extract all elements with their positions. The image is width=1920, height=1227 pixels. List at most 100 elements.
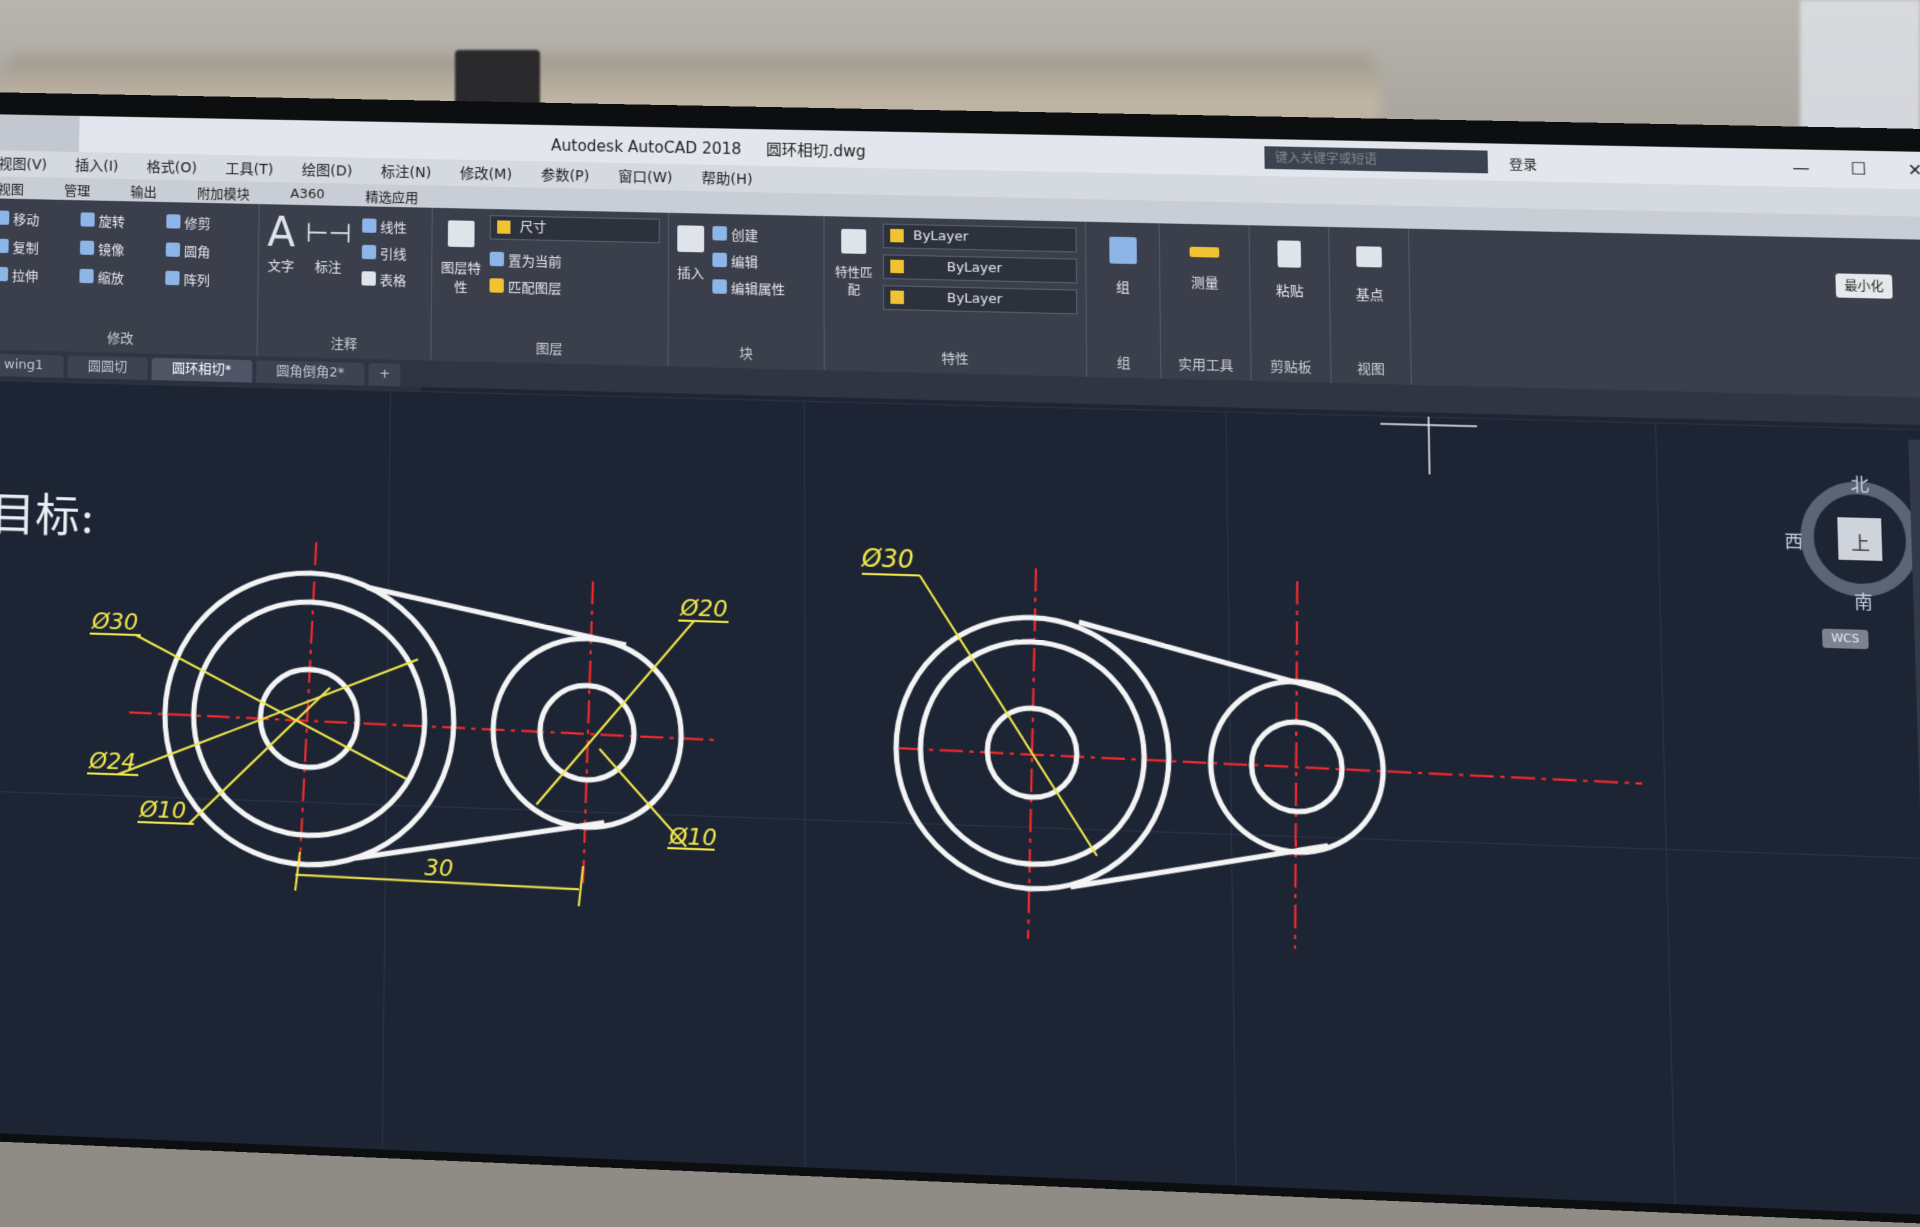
panel-title-utilities: 实用工具 <box>1178 357 1234 375</box>
menu-tools[interactable]: 工具(T) <box>225 158 273 179</box>
compass-west[interactable]: 西 <box>1784 526 1803 554</box>
file-name: 圆环相切.dwg <box>766 140 866 161</box>
view-cube-face-top[interactable]: 上 <box>1851 528 1870 555</box>
menu-window[interactable]: 窗口(W) <box>618 166 672 187</box>
minimize-icon[interactable]: — <box>1792 158 1810 178</box>
menu-draw[interactable]: 绘图(D) <box>302 160 353 181</box>
tool-layer-properties[interactable]: 图层特性 <box>440 214 482 298</box>
ribbon-tab-view[interactable]: 视图 <box>0 178 24 198</box>
monitor: Autodesk AutoCAD 2018 圆环相切.dwg 键入关键字或短语 … <box>0 92 1920 1227</box>
ribbon-tab-manage[interactable]: 管理 <box>64 179 91 199</box>
tool-mirror[interactable]: 镜像 <box>79 234 164 262</box>
quick-access-toolbar[interactable] <box>0 114 80 152</box>
doc-tab-active[interactable]: 圆环相切* <box>151 357 252 383</box>
tool-measure[interactable]: 测量 <box>1168 230 1241 293</box>
tool-edit-attributes[interactable]: 编辑属性 <box>712 273 785 301</box>
menu-parametric[interactable]: 参数(P) <box>541 164 590 185</box>
view-cube[interactable]: 北 南 东 西 上 <box>1784 468 1920 614</box>
paste-icon <box>1277 240 1302 268</box>
tool-trim[interactable]: 修剪 <box>166 208 250 236</box>
tool-edit-block[interactable]: 编辑 <box>712 246 785 274</box>
tool-linear[interactable]: 线性 <box>361 212 407 239</box>
panel-title-view: 视图 <box>1356 361 1385 378</box>
tool-stretch[interactable]: 拉伸 <box>0 261 78 289</box>
autocad-window: Autodesk AutoCAD 2018 圆环相切.dwg 键入关键字或短语 … <box>0 114 1920 1217</box>
minimize-tooltip: 最小化 <box>1835 273 1893 299</box>
panel-modify: 移动 旋转 修剪 复制 镜像 圆角 拉伸 缩放 阵列 修改 <box>0 198 260 357</box>
panel-title-groups: 组 <box>1116 355 1131 372</box>
dim-label-left-d10b: Ø10 <box>668 824 717 852</box>
ribbon-tab-output[interactable]: 输出 <box>130 181 157 201</box>
tool-array[interactable]: 阵列 <box>165 265 250 293</box>
group-icon <box>1108 236 1137 265</box>
right-geometry <box>896 614 1386 902</box>
tool-base-point[interactable]: 基点 <box>1338 233 1401 304</box>
lineweight-combo[interactable]: ByLayer <box>883 285 1078 315</box>
tool-group[interactable]: 组 <box>1094 228 1151 296</box>
ribbon-tab-addins[interactable]: 附加模块 <box>197 182 250 202</box>
drawing-canvas[interactable]: 目标: Ø30 Ø24 Ø10 Ø20 Ø10 30 Ø30 北 南 西 上 W… <box>0 379 1920 1217</box>
tool-table[interactable]: 表格 <box>361 265 406 292</box>
panel-layers: 图层特性 尺寸 置为当前 匹配图层 图层 <box>431 207 670 367</box>
right-dimension-labels: Ø30 <box>861 543 914 574</box>
panel-title-layers: 图层 <box>535 341 563 358</box>
right-dimension-lines <box>862 574 1097 856</box>
menu-insert[interactable]: 插入(I) <box>75 155 119 176</box>
menu-view[interactable]: 视图(V) <box>0 153 47 174</box>
menu-help[interactable]: 帮助(H) <box>701 168 752 189</box>
tool-dimension[interactable]: ⊢⊣ 标注 <box>305 211 352 291</box>
tool-leader[interactable]: 引线 <box>361 239 407 266</box>
color-combo[interactable]: ByLayer <box>882 223 1077 253</box>
tool-match-layer[interactable]: 匹配图层 <box>489 272 659 302</box>
create-block-icon <box>712 226 727 241</box>
menu-dimension[interactable]: 标注(N) <box>381 161 432 182</box>
right-figure: Ø30 <box>861 543 1647 961</box>
mirror-icon <box>79 240 95 255</box>
tool-paste[interactable]: 粘贴 <box>1258 232 1321 301</box>
doc-tab-1[interactable]: wing1 <box>0 353 64 378</box>
linetype-combo[interactable]: ByLayer <box>882 254 1078 284</box>
close-icon[interactable]: ✕ <box>1907 160 1920 180</box>
linear-dim-icon <box>361 218 377 233</box>
login-button[interactable]: 登录 <box>1509 153 1537 173</box>
tool-match-properties[interactable]: 特性匹配 <box>833 222 875 315</box>
panel-title-modify: 修改 <box>106 331 134 348</box>
tool-fillet[interactable]: 圆角 <box>165 236 251 264</box>
tool-text[interactable]: A 文字 <box>267 209 296 290</box>
menu-format[interactable]: 格式(O) <box>146 156 197 177</box>
search-input[interactable]: 键入关键字或短语 <box>1264 146 1488 174</box>
dim-label-left-d30: Ø30 <box>91 609 139 636</box>
compass-south[interactable]: 南 <box>1854 587 1873 614</box>
compass-north[interactable]: 北 <box>1850 470 1869 497</box>
trim-icon <box>166 214 181 229</box>
panel-title-clipboard: 剪贴板 <box>1269 359 1312 377</box>
rotate-icon <box>80 212 95 227</box>
text-icon: A <box>267 209 296 257</box>
tool-copy[interactable]: 复制 <box>0 233 78 261</box>
tool-set-current[interactable]: 置为当前 <box>489 246 660 276</box>
doc-tab-2[interactable]: 圆圆切 <box>67 355 148 380</box>
left-geometry <box>162 569 681 878</box>
table-icon <box>361 271 376 286</box>
dim-label-left-d20: Ø20 <box>679 595 727 623</box>
fillet-icon <box>165 242 181 257</box>
maximize-icon[interactable]: ☐ <box>1851 159 1867 179</box>
panel-properties: 特性匹配 ByLayer ByLayer ByLayer 特性 <box>824 216 1088 377</box>
ribbon-tab-featured[interactable]: 精选应用 <box>365 186 418 206</box>
layer-combo[interactable]: 尺寸 <box>489 215 660 244</box>
panel-groups: 组 组 <box>1085 221 1162 379</box>
tool-create-block[interactable]: 创建 <box>712 220 785 248</box>
tool-rotate[interactable]: 旋转 <box>80 206 164 234</box>
ribbon-tab-a360[interactable]: A360 <box>290 186 324 202</box>
tool-insert[interactable]: 插入 <box>677 219 705 299</box>
wcs-menu[interactable]: WCS <box>1821 628 1869 650</box>
panel-clipboard: 粘贴 剪贴板 <box>1249 225 1332 383</box>
tool-move[interactable]: 移动 <box>0 204 79 232</box>
new-tab-button[interactable]: + <box>368 363 401 387</box>
panel-title-properties: 特性 <box>941 351 969 368</box>
menu-modify[interactable]: 修改(M) <box>460 163 512 184</box>
edit-attributes-icon <box>712 279 727 294</box>
tool-scale[interactable]: 缩放 <box>79 263 163 291</box>
doc-tab-4[interactable]: 圆角倒角2* <box>255 360 365 386</box>
panel-title-annotation: 注释 <box>330 336 358 353</box>
